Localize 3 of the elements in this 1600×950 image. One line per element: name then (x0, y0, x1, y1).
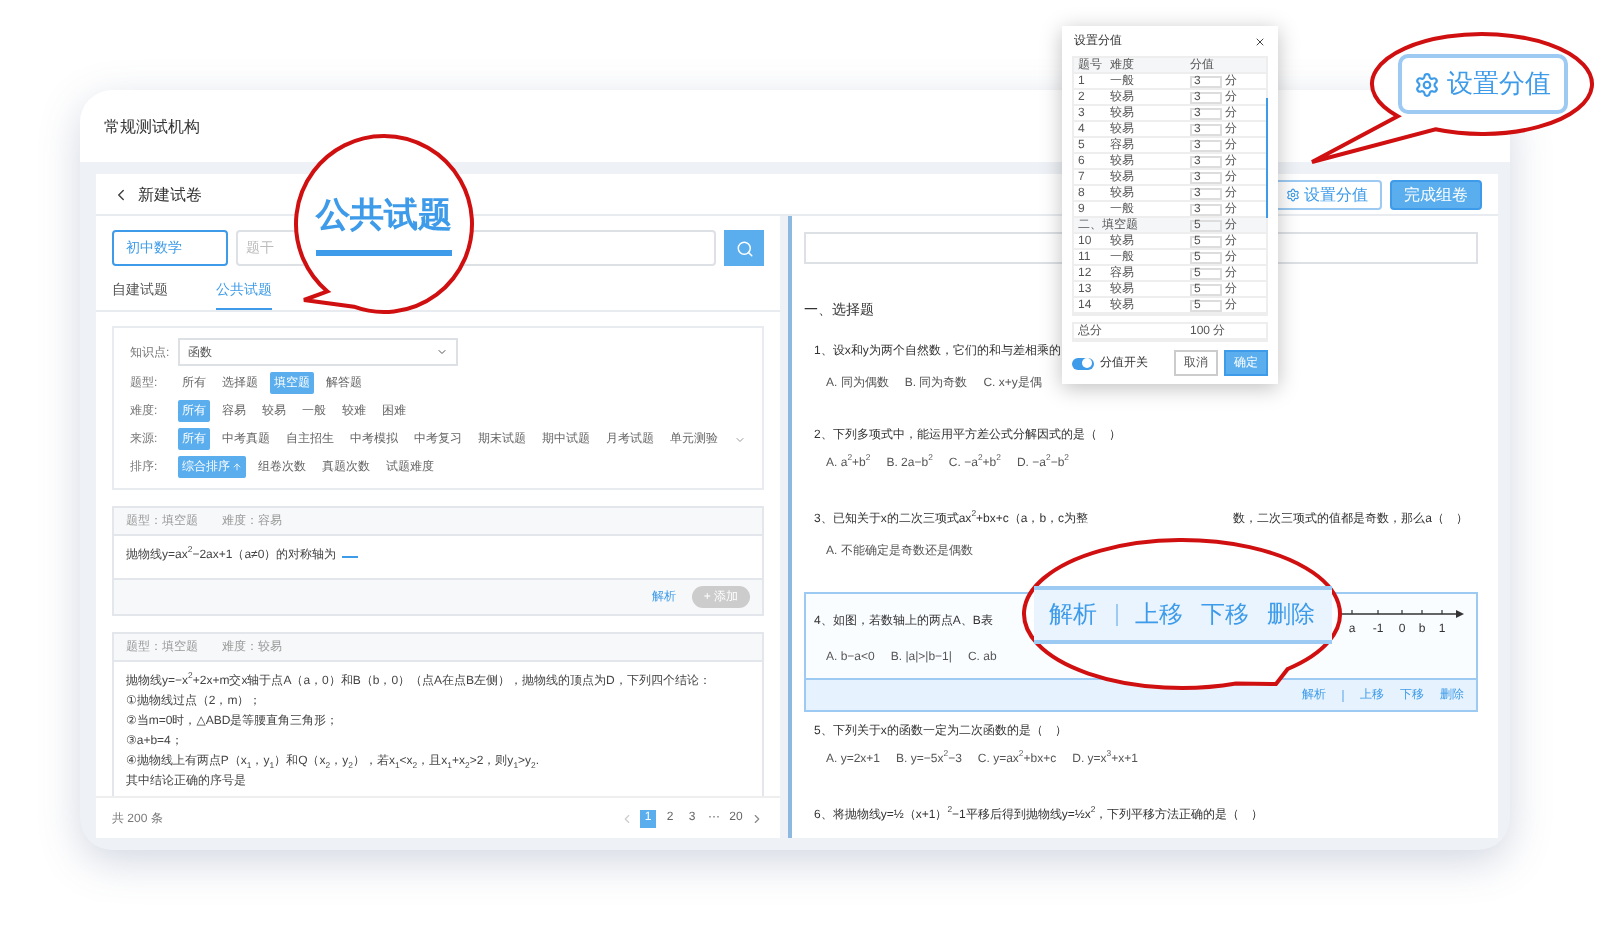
callout-tab-label: 公共试题 (316, 192, 452, 256)
page-title: 新建试卷 (138, 183, 202, 205)
organization-name: 常规测试机构 (104, 115, 200, 137)
